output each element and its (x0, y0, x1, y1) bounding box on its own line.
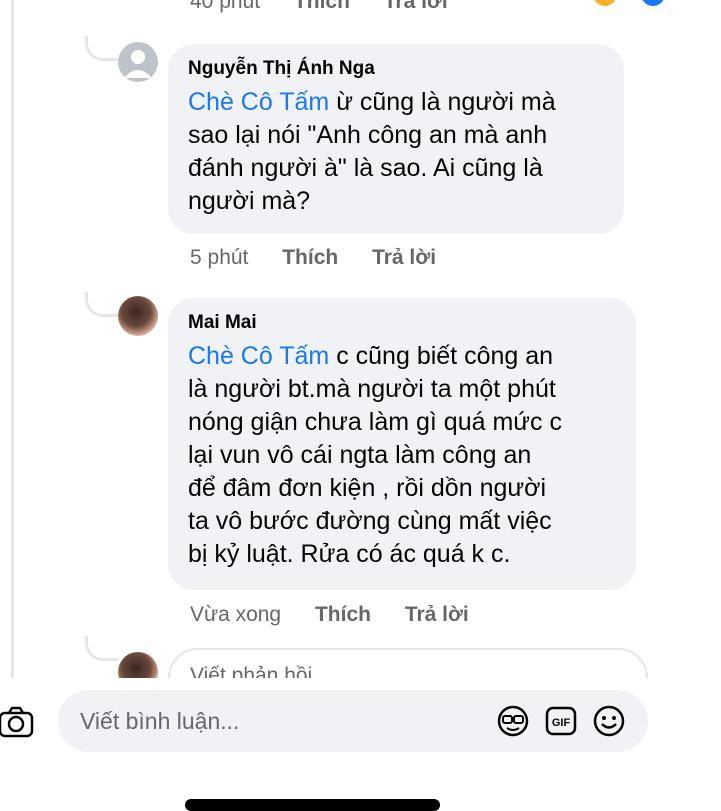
comment-body: c cũng biết công an là người bt.mà người… (188, 342, 562, 568)
comment-author[interactable]: Mai Mai (188, 312, 614, 334)
comment-time: 5 phút (190, 246, 249, 269)
gif-icon[interactable]: GIF (544, 704, 578, 738)
sticker-icon[interactable] (496, 704, 530, 738)
like-button[interactable]: Thích (315, 603, 371, 626)
like-reaction-icon (640, 0, 665, 6)
like-button[interactable]: Thích (282, 246, 338, 269)
comment-actions: Vừa xong Thích Trả lời (190, 603, 497, 627)
comment-actions: 5 phút Thích Trả lời (190, 246, 464, 270)
like-button[interactable]: Thích (294, 0, 350, 13)
comment-time: 40 phút (190, 0, 261, 13)
camera-icon[interactable] (0, 706, 34, 738)
thread-line (11, 0, 14, 680)
comment-bubble: Nguyễn Thị Ánh Nga Chè Cô Tấm ừ cũng là … (168, 44, 624, 234)
reply-branch-line (85, 36, 118, 61)
comment-input[interactable]: Viết bình luận... GIF (58, 690, 648, 752)
reply-button[interactable]: Trả lời (405, 603, 469, 626)
reply-button[interactable]: Trả lời (384, 0, 448, 13)
gif-label: GIF (552, 717, 571, 729)
emoji-icon[interactable] (592, 704, 626, 738)
comment-text: Chè Cô Tấm ừ cũng là người mà sao lại nó… (188, 86, 602, 218)
comment-text: Chè Cô Tấm c cũng biết công an là người … (188, 340, 614, 571)
comment-author[interactable]: Nguyễn Thị Ánh Nga (188, 58, 602, 80)
avatar[interactable] (118, 296, 158, 336)
comment-placeholder: Viết bình luận... (80, 707, 240, 734)
avatar[interactable] (118, 42, 158, 82)
reply-branch-line (85, 292, 118, 317)
reply-button[interactable]: Trả lời (372, 246, 436, 269)
mention-link[interactable]: Chè Cô Tấm (188, 88, 329, 116)
comment-bubble: Mai Mai Chè Cô Tấm c cũng biết công an l… (168, 298, 636, 590)
haha-reaction-icon (592, 0, 617, 6)
top-comment-actions: 40 phút Thích Trả lời 5 (190, 0, 665, 14)
reaction-count: 5 (575, 0, 587, 6)
home-indicator (185, 799, 440, 811)
reply-branch-line (85, 636, 118, 661)
mention-link[interactable]: Chè Cô Tấm (188, 342, 329, 370)
comment-time: Vừa xong (190, 603, 282, 626)
default-avatar-icon (124, 50, 152, 78)
comment-bar: Viết bình luận... GIF (0, 678, 721, 774)
reactions-summary[interactable]: 5 (575, 0, 693, 6)
